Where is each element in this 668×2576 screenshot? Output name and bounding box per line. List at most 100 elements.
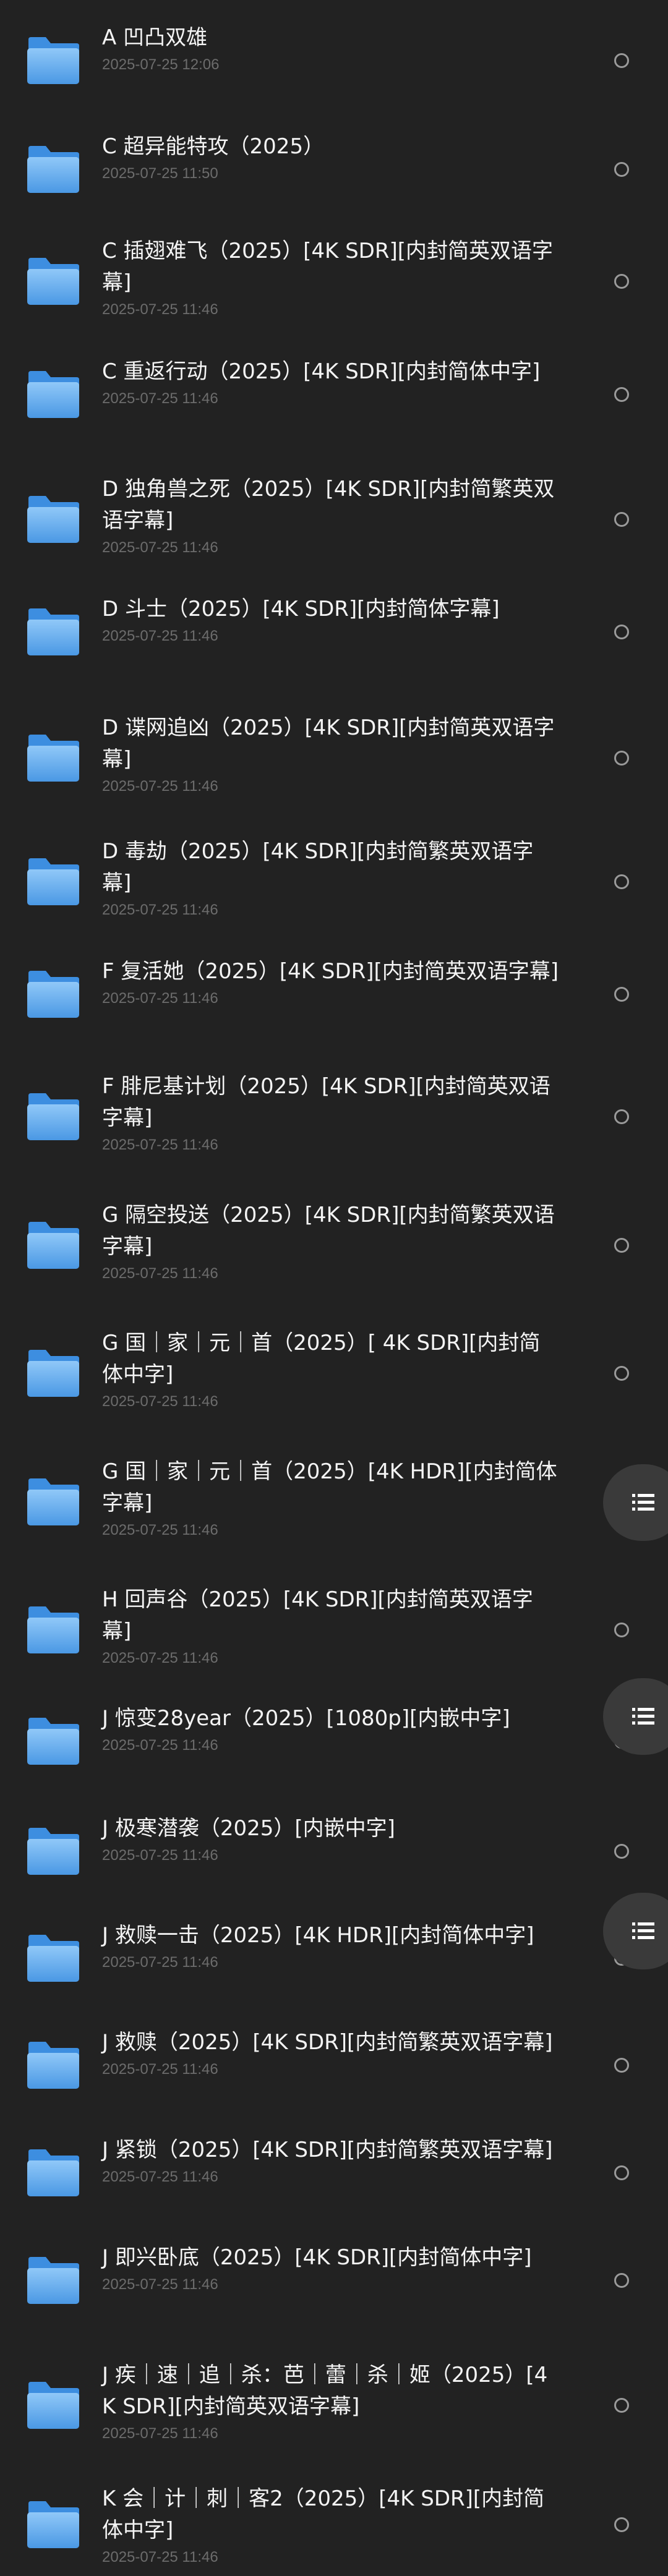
folder-icon (26, 1827, 80, 1876)
file-date: 2025-07-25 12:06 (102, 56, 220, 73)
file-name: G 国｜家｜元｜首（2025）[ 4K SDR][内封简体中字] (102, 1331, 541, 1387)
file-text: J 救赎一击（2025）[4K HDR][内封简体中字] 2025-07-25 1… (102, 1920, 560, 1973)
file-row[interactable]: G 国｜家｜元｜首（2025）[4K HDR][内封简体字幕] 2025-07-2… (0, 1446, 668, 1558)
radio-circle-icon[interactable] (614, 2058, 629, 2073)
file-row[interactable]: G 国｜家｜元｜首（2025）[ 4K SDR][内封简体中字] 2025-07-… (0, 1318, 668, 1429)
file-name: H 回声谷（2025）[4K SDR][内封简英双语字幕] (102, 1587, 533, 1644)
radio-circle-icon[interactable] (614, 751, 629, 766)
file-name: K 会｜计｜刺｜客2（2025）[4K SDR][内封简体中字] (102, 2486, 545, 2543)
file-row[interactable]: A 凹凸双雄 2025-07-25 12:06 (0, 12, 668, 109)
radio-circle-icon[interactable] (614, 1109, 629, 1124)
file-text: C 插翅难飞（2025）[4K SDR][内封简英双语字幕] 2025-07-25… (102, 236, 560, 320)
file-text: D 斗士（2025）[4K SDR][内封简体字幕] 2025-07-25 11:… (102, 594, 560, 646)
file-name: J 极寒潜袭（2025）[内嵌中字] (102, 1816, 395, 1841)
radio-circle-icon[interactable] (614, 1366, 629, 1381)
file-text: A 凹凸双雄 2025-07-25 12:06 (102, 22, 560, 75)
file-row[interactable]: C 插翅难飞（2025）[4K SDR][内封简英双语字幕] 2025-07-25… (0, 226, 668, 337)
file-row[interactable]: J 救赎一击（2025）[4K HDR][内封简体中字] 2025-07-25 1… (0, 1910, 668, 2007)
file-name: A 凹凸双雄 (102, 25, 208, 50)
file-name: J 疾｜速｜追｜杀：芭｜蕾｜杀｜姬（2025）[4K SDR][内封简英双语字幕… (102, 2363, 548, 2419)
file-date: 2025-07-25 11:46 (102, 1737, 218, 1754)
file-text: C 超异能特攻（2025） 2025-07-25 11:50 (102, 131, 560, 184)
file-date: 2025-07-25 11:46 (102, 1522, 218, 1538)
radio-circle-icon[interactable] (614, 387, 629, 402)
file-row[interactable]: D 斗士（2025）[4K SDR][内封简体字幕] 2025-07-25 11:… (0, 584, 668, 680)
file-text: F 腓尼基计划（2025）[4K SDR][内封简英双语字幕] 2025-07-2… (102, 1071, 560, 1155)
file-name: J 救赎（2025）[4K SDR][内封简繁英双语字幕] (102, 2030, 553, 2055)
file-text: D 毒劫（2025）[4K SDR][内封简繁英双语字幕] 2025-07-25 … (102, 836, 560, 920)
file-name: D 毒劫（2025）[4K SDR][内封简繁英双语字幕] (102, 839, 534, 895)
file-text: D 谍网追凶（2025）[4K SDR][内封简英双语字幕] 2025-07-25… (102, 712, 560, 796)
folder-icon (26, 1221, 80, 1270)
radio-circle-icon[interactable] (614, 2273, 629, 2288)
file-row[interactable]: J 即兴卧底（2025）[4K SDR][内封简体中字] 2025-07-25 1… (0, 2232, 668, 2329)
folder-icon (26, 1477, 80, 1527)
file-row[interactable]: F 复活她（2025）[4K SDR][内封简英双语字幕] 2025-07-25 … (0, 946, 668, 1043)
file-row[interactable]: J 疾｜速｜追｜杀：芭｜蕾｜杀｜姬（2025）[4K SDR][内封简英双语字幕… (0, 2350, 668, 2461)
menu-lines-icon (632, 1494, 654, 1511)
radio-circle-icon[interactable] (614, 1623, 629, 1637)
file-date: 2025-07-25 11:46 (102, 1847, 218, 1864)
folder-icon (26, 495, 80, 544)
file-name: J 即兴卧底（2025）[4K SDR][内封简体中字] (102, 2245, 532, 2270)
folder-icon (26, 1717, 80, 1766)
radio-circle-icon[interactable] (614, 987, 629, 1002)
file-date: 2025-07-25 11:46 (102, 1954, 218, 1971)
file-name: J 紧锁（2025）[4K SDR][内封简繁英双语字幕] (102, 2138, 553, 2162)
file-row[interactable]: C 超异能特攻（2025） 2025-07-25 11:50 (0, 121, 668, 218)
file-row[interactable]: K 会｜计｜刺｜客2（2025）[4K SDR][内封简体中字] 2025-07-… (0, 2473, 668, 2576)
file-text: C 重返行动（2025）[4K SDR][内封简体中字] 2025-07-25 1… (102, 356, 560, 409)
file-date: 2025-07-25 11:46 (102, 2061, 218, 2078)
file-name: F 腓尼基计划（2025）[4K SDR][内封简英双语字幕] (102, 1074, 550, 1130)
file-text: J 即兴卧底（2025）[4K SDR][内封简体中字] 2025-07-25 1… (102, 2242, 560, 2295)
file-date: 2025-07-25 11:46 (102, 902, 218, 918)
radio-circle-icon[interactable] (614, 53, 629, 68)
folder-icon (26, 257, 80, 306)
file-row[interactable]: F 腓尼基计划（2025）[4K SDR][内封简英双语字幕] 2025-07-2… (0, 1061, 668, 1172)
folder-icon (26, 1934, 80, 1983)
radio-circle-icon[interactable] (614, 2165, 629, 2180)
radio-circle-icon[interactable] (614, 1844, 629, 1859)
radio-circle-icon[interactable] (614, 2517, 629, 2532)
file-date: 2025-07-25 11:46 (102, 539, 218, 556)
file-name: J 救赎一击（2025）[4K HDR][内封简体中字] (102, 1923, 534, 1948)
file-row[interactable]: G 隔空投送（2025）[4K SDR][内封简繁英双语字幕] 2025-07-2… (0, 1190, 668, 1301)
file-row[interactable]: J 惊变28year（2025）[1080p][内嵌中字] 2025-07-25 … (0, 1693, 668, 1789)
radio-circle-icon[interactable] (614, 625, 629, 639)
file-date: 2025-07-25 11:46 (102, 390, 218, 407)
folder-icon (26, 733, 80, 783)
menu-lines-icon (632, 1708, 654, 1725)
file-date: 2025-07-25 11:46 (102, 990, 218, 1007)
file-text: J 惊变28year（2025）[1080p][内嵌中字] 2025-07-25 … (102, 1703, 560, 1755)
folder-icon (26, 2256, 80, 2305)
file-row[interactable]: J 极寒潜袭（2025）[内嵌中字] 2025-07-25 11:46 (0, 1803, 668, 1900)
folder-icon (26, 1605, 80, 1655)
file-name: G 国｜家｜元｜首（2025）[4K HDR][内封简体字幕] (102, 1459, 557, 1516)
folder-icon (26, 370, 80, 419)
file-name: C 超异能特攻（2025） (102, 134, 325, 159)
file-row[interactable]: C 重返行动（2025）[4K SDR][内封简体中字] 2025-07-25 1… (0, 346, 668, 443)
radio-circle-icon[interactable] (614, 2398, 629, 2413)
file-row[interactable]: D 毒劫（2025）[4K SDR][内封简繁英双语字幕] 2025-07-25 … (0, 826, 668, 937)
file-row[interactable]: J 紧锁（2025）[4K SDR][内封简繁英双语字幕] 2025-07-25 … (0, 2125, 668, 2221)
radio-circle-icon[interactable] (614, 512, 629, 527)
file-text: H 回声谷（2025）[4K SDR][内封简英双语字幕] 2025-07-25 … (102, 1584, 560, 1668)
file-name: C 插翅难飞（2025）[4K SDR][内封简英双语字幕] (102, 239, 553, 295)
file-text: K 会｜计｜刺｜客2（2025）[4K SDR][内封简体中字] 2025-07-… (102, 2483, 560, 2567)
file-date: 2025-07-25 11:46 (102, 1265, 218, 1282)
file-text: F 复活她（2025）[4K SDR][内封简英双语字幕] 2025-07-25 … (102, 956, 560, 1009)
file-row[interactable]: J 救赎（2025）[4K SDR][内封简繁英双语字幕] 2025-07-25 … (0, 2017, 668, 2113)
folder-icon (26, 2500, 80, 2549)
file-row[interactable]: D 独角兽之死（2025）[4K SDR][内封简繁英双语字幕] 2025-07-… (0, 464, 668, 575)
radio-circle-icon[interactable] (614, 274, 629, 289)
folder-icon (26, 970, 80, 1019)
radio-circle-icon[interactable] (614, 874, 629, 889)
radio-circle-icon[interactable] (614, 1238, 629, 1253)
radio-circle-icon[interactable] (614, 162, 629, 177)
file-date: 2025-07-25 11:46 (102, 2276, 218, 2293)
file-date: 2025-07-25 11:46 (102, 301, 218, 318)
file-row[interactable]: H 回声谷（2025）[4K SDR][内封简英双语字幕] 2025-07-25 … (0, 1574, 668, 1686)
file-row[interactable]: D 谍网追凶（2025）[4K SDR][内封简英双语字幕] 2025-07-25… (0, 702, 668, 814)
file-date: 2025-07-25 11:46 (102, 2425, 218, 2442)
file-date: 2025-07-25 11:46 (102, 1393, 218, 1410)
